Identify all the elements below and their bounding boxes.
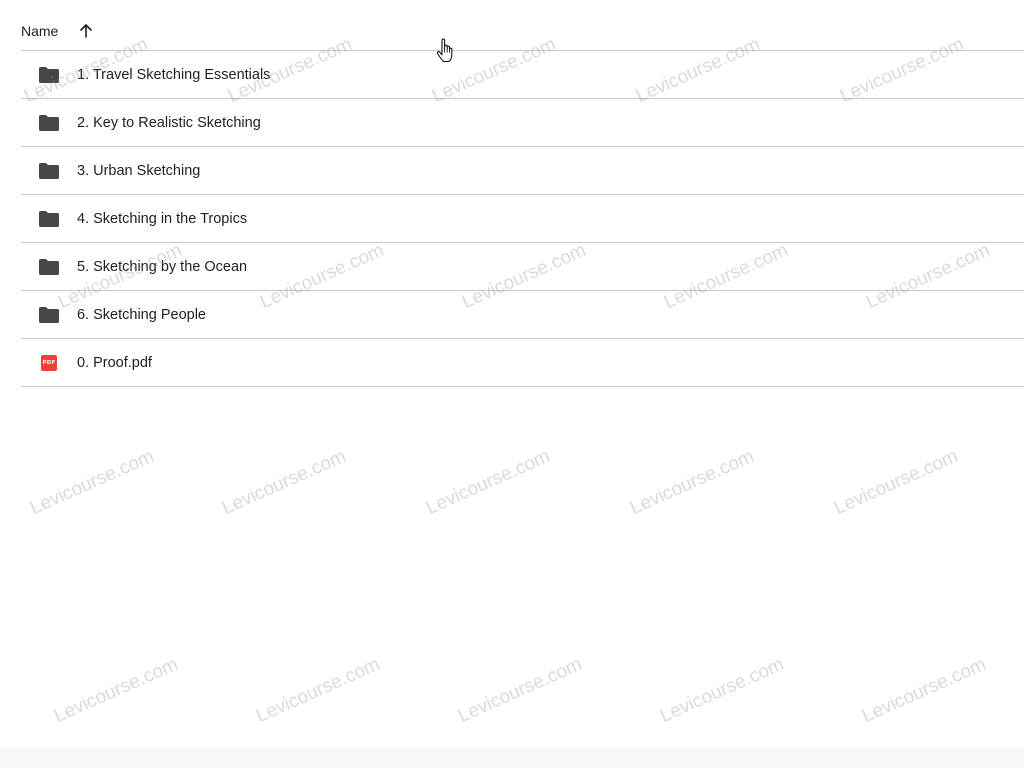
watermark-text: Levicourse.com [253,653,384,728]
pdf-icon: PDF [39,353,59,373]
item-label: 1. Travel Sketching Essentials [77,66,271,83]
column-header: Name [21,0,1024,51]
watermark-text: Levicourse.com [423,445,554,520]
folder-icon [39,161,59,181]
file-list: Name 1. Travel Sketching Essentials 2. K… [21,0,1024,387]
watermark-text: Levicourse.com [657,653,788,728]
name-column-header[interactable]: Name [21,23,58,39]
item-label: 6. Sketching People [77,306,206,323]
watermark-text: Levicourse.com [627,445,758,520]
watermark-text: Levicourse.com [859,653,990,728]
file-browser: Name 1. Travel Sketching Essentials 2. K… [0,0,1024,768]
watermark-text: Levicourse.com [27,445,158,520]
list-item[interactable]: 5. Sketching by the Ocean [21,243,1024,291]
list-item[interactable]: 2. Key to Realistic Sketching [21,99,1024,147]
list-item[interactable]: 6. Sketching People [21,291,1024,339]
folder-icon [39,209,59,229]
list-item[interactable]: 1. Travel Sketching Essentials [21,51,1024,99]
item-label: 2. Key to Realistic Sketching [77,114,261,131]
hand-cursor-icon [436,38,454,64]
arrow-up-icon[interactable] [78,23,94,39]
watermark-text: Levicourse.com [831,445,962,520]
folder-icon [39,257,59,277]
list-item[interactable]: 3. Urban Sketching [21,147,1024,195]
watermark-text: Levicourse.com [455,653,586,728]
watermark-text: Levicourse.com [219,445,350,520]
list-item[interactable]: PDF 0. Proof.pdf [21,339,1024,387]
pdf-badge: PDF [41,354,57,371]
list-item[interactable]: 4. Sketching in the Tropics [21,195,1024,243]
bottom-strip [0,748,1024,768]
folder-icon [39,65,59,85]
watermark-text: Levicourse.com [51,653,182,728]
item-label: 0. Proof.pdf [77,354,152,371]
item-label: 5. Sketching by the Ocean [77,258,248,275]
item-label: 3. Urban Sketching [77,162,201,179]
folder-icon [39,305,59,325]
item-label: 4. Sketching in the Tropics [77,210,248,227]
folder-icon [39,113,59,133]
